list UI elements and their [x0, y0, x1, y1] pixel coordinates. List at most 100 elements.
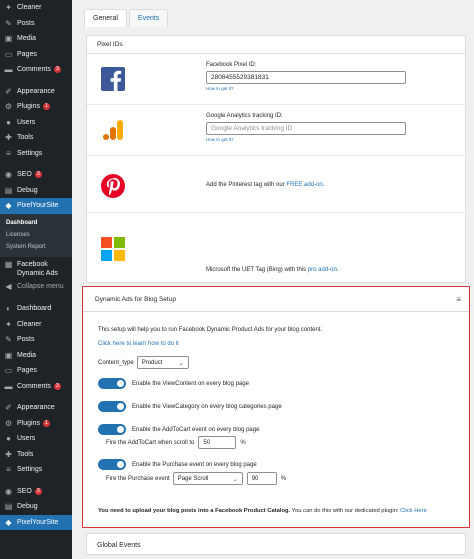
- sidebar-item-settings[interactable]: ≡ Settings: [0, 462, 72, 478]
- sidebar-item-label: Comments: [17, 382, 51, 390]
- sidebar-item-label: PixelYourSite: [17, 518, 59, 526]
- pixel-ids-header: Pixel IDs: [87, 36, 465, 54]
- sidebar-item-label: Plugins: [17, 103, 40, 111]
- dynamic-ads-intro: This setup will help you to run Facebook…: [98, 327, 323, 333]
- debug-icon: ▤: [4, 502, 13, 512]
- sidebar-item-label: SEO: [17, 487, 32, 495]
- sidebar-item-plugins[interactable]: ⚙ Plugins 1: [0, 99, 72, 115]
- sidebar-item-label: Comments: [17, 66, 51, 74]
- sidebar-item-tools[interactable]: ✚ Tools: [0, 447, 72, 463]
- sidebar-item-users[interactable]: ● Users: [0, 115, 72, 131]
- cleaner-icon: ✦: [5, 319, 12, 329]
- catalog-note-text: You can do this with our dedicated plugi…: [290, 508, 401, 514]
- learn-how-link[interactable]: Click here to learn how to do it: [98, 341, 179, 347]
- submenu-system-report[interactable]: System Report: [0, 241, 72, 253]
- click-here-link[interactable]: Click Here: [400, 508, 427, 514]
- purchase-toggle-row: Enable the Purchase event on every blog …: [98, 459, 257, 470]
- microsoft-addon-link[interactable]: pro add-on: [308, 267, 337, 273]
- catalog-upload-note: You need to upload your blog posts into …: [98, 508, 427, 514]
- sidebar-item-media[interactable]: ▣ Media: [0, 348, 72, 364]
- microsoft-logo-icon: [101, 237, 125, 261]
- settings-sliders-icon[interactable]: ≡: [456, 295, 461, 304]
- sidebar-item-posts[interactable]: ✎ Posts: [0, 16, 72, 32]
- sidebar-item-appearance[interactable]: ✐ Appearance: [0, 84, 72, 100]
- content-type-label: Content_type: [98, 359, 134, 366]
- content-type-select[interactable]: Product ⌄: [136, 356, 189, 369]
- purchase-trigger-select[interactable]: Page Scroll ⌄: [172, 472, 243, 485]
- google-analytics-logo-icon: [103, 120, 123, 140]
- user-icon: ●: [6, 434, 11, 444]
- addtocart-scroll-value: 50: [203, 439, 211, 446]
- pinterest-row: Add the Pinterest tag with our FREE add-…: [87, 157, 467, 213]
- dynamic-ads-title: Dynamic Ads for Blog Setup: [95, 295, 176, 303]
- sidebar-item-label: Debug: [17, 186, 38, 194]
- sidebar-item-facebook-dynamic-ads[interactable]: ▦ Facebook Dynamic Ads: [0, 257, 72, 279]
- brush-icon: ✐: [5, 403, 12, 413]
- sidebar-item-media[interactable]: ▣ Media: [0, 31, 72, 47]
- viewcategory-toggle[interactable]: [98, 401, 126, 412]
- global-events-card[interactable]: Global Events: [86, 533, 466, 555]
- user-icon: ●: [6, 117, 11, 127]
- pixelyoursite-icon: ◆: [5, 201, 12, 211]
- sidebar-item-plugins[interactable]: ⚙ Plugins 1: [0, 416, 72, 432]
- collapse-menu-button[interactable]: ◀ Collapse menu: [0, 279, 72, 295]
- sidebar-item-label: Pages: [17, 367, 37, 375]
- facebook-logo-icon: [101, 67, 125, 91]
- facebook-pixel-id-input[interactable]: [206, 71, 406, 84]
- purchase-scroll-value: 90: [251, 475, 259, 482]
- sidebar-item-label: Tools: [17, 450, 34, 458]
- google-analytics-row: Google Analytics tracking ID: How to get…: [87, 106, 467, 156]
- sidebar-item-comments[interactable]: ▬ Comments 3: [0, 379, 72, 395]
- purchase-trigger-value: Page Scroll: [177, 475, 209, 482]
- cleaner-icon: ✦: [5, 3, 12, 13]
- sidebar-item-seo[interactable]: ◉ SEO 3: [0, 167, 72, 183]
- pinterest-addon-link[interactable]: FREE add-on: [286, 182, 322, 188]
- tab-general[interactable]: General: [84, 9, 127, 27]
- sidebar-item-pages[interactable]: ▭ Pages: [0, 47, 72, 63]
- sidebar-item-pixelyoursite-2[interactable]: ◆ PixelYourSite: [0, 514, 72, 530]
- count-badge: 3: [53, 66, 61, 74]
- google-analytics-field: Google Analytics tracking ID: How to get…: [206, 113, 406, 142]
- submenu-licenses[interactable]: Licenses: [0, 229, 72, 241]
- sidebar-item-dashboard[interactable]: ◐ Dashboard: [0, 301, 72, 317]
- viewcontent-toggle[interactable]: [98, 378, 126, 389]
- sidebar-item-debug[interactable]: ▤ Debug: [0, 183, 72, 199]
- sidebar-item-tools[interactable]: ✚ Tools: [0, 130, 72, 146]
- sidebar-item-appearance[interactable]: ✐ Appearance: [0, 400, 72, 416]
- percent-sign: %: [240, 439, 246, 446]
- facebook-dynamic-ads-icon: ▦: [4, 259, 13, 269]
- sidebar-item-cleaner[interactable]: ✦ Cleaner: [0, 317, 72, 333]
- sidebar-item-cleaner[interactable]: ✦ Cleaner: [0, 0, 72, 16]
- sidebar-item-posts[interactable]: ✎ Posts: [0, 332, 72, 348]
- sidebar-item-label: Plugins: [17, 419, 40, 427]
- sidebar-item-pixelyoursite[interactable]: ◆ PixelYourSite: [0, 198, 72, 214]
- facebook-pixel-row: Facebook Pixel ID: How to get it?: [87, 55, 467, 105]
- sidebar-item-settings[interactable]: ≡ Settings: [0, 146, 72, 162]
- sidebar-item-pages[interactable]: ▭ Pages: [0, 363, 72, 379]
- tab-events[interactable]: Events: [128, 9, 169, 27]
- addtocart-scroll-input[interactable]: 50: [198, 436, 237, 449]
- purchase-scroll-input[interactable]: 90: [246, 472, 277, 485]
- sidebar-item-label: Pages: [17, 50, 37, 58]
- sidebar-item-users[interactable]: ● Users: [0, 431, 72, 447]
- google-analytics-id-input[interactable]: [206, 122, 406, 135]
- pixelyoursite-submenu: Dashboard Licenses System Report: [0, 213, 72, 257]
- addtocart-toggle-label: Enable the AddToCart event on every blog…: [132, 426, 260, 433]
- facebook-help-link[interactable]: How to get it?: [206, 86, 406, 91]
- seo-count-badge: 3: [34, 171, 42, 179]
- sidebar-item-debug-2[interactable]: ▤ Debug: [0, 499, 72, 515]
- sidebar-item-comments[interactable]: ▬ Comments 3: [0, 62, 72, 78]
- dynamic-ads-header: Dynamic Ads for Blog Setup ≡: [83, 287, 469, 312]
- addtocart-toggle[interactable]: [98, 424, 126, 435]
- sidebar-item-label: Debug: [17, 503, 38, 511]
- sidebar-item-seo-2[interactable]: ◉ SEO 3: [0, 484, 72, 500]
- purchase-fire-label: Fire the Purchase event: [106, 475, 170, 482]
- submenu-dashboard[interactable]: Dashboard: [0, 217, 72, 229]
- comment-icon: ▬: [4, 381, 13, 391]
- purchase-toggle[interactable]: [98, 459, 126, 470]
- sidebar-item-label: Dashboard: [17, 305, 52, 313]
- google-help-link[interactable]: How to get it?: [206, 137, 406, 142]
- settings-icon: ≡: [6, 465, 11, 475]
- chevron-down-icon: ⌄: [232, 477, 238, 483]
- sidebar-item-label: Cleaner: [17, 320, 42, 328]
